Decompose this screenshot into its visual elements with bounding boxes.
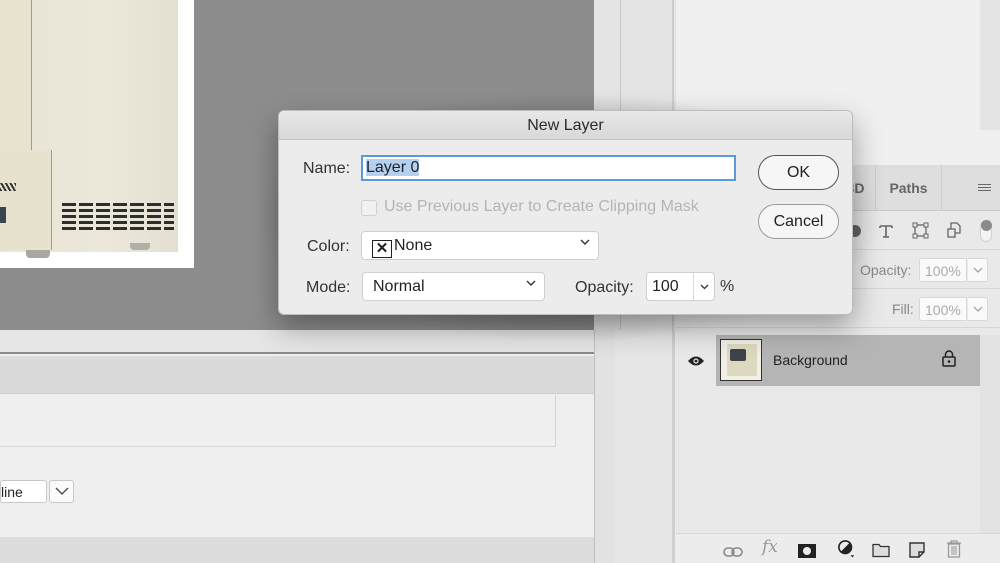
mac-foot: [130, 243, 150, 250]
lower-panel-topbar: [0, 330, 615, 354]
transform-filter-icon[interactable]: [912, 222, 929, 239]
lock-icon[interactable]: [942, 350, 956, 367]
type-filter-icon[interactable]: [878, 223, 894, 239]
mac-base: [0, 150, 52, 250]
no-color-swatch-icon: ✕: [372, 240, 392, 258]
tab-paths[interactable]: Paths: [876, 165, 942, 211]
selected-text: Layer 0: [366, 159, 420, 176]
layer-name-input[interactable]: Layer 0: [361, 155, 736, 181]
fx-icon[interactable]: fx: [762, 537, 778, 557]
mac-front-bezel: [0, 0, 32, 160]
layer-row-background[interactable]: Background: [676, 335, 980, 386]
mac-foot: [26, 250, 50, 258]
chevron-down-icon: [55, 487, 68, 495]
color-value: None: [394, 237, 433, 254]
delete-layer-icon[interactable]: [946, 540, 962, 558]
clipping-mask-label[interactable]: Use Previous Layer to Create Clipping Ma…: [384, 198, 699, 216]
cancel-button[interactable]: Cancel: [758, 204, 839, 239]
panel-gutter: [615, 330, 675, 563]
link-layers-icon[interactable]: [723, 543, 743, 561]
color-label: Color:: [307, 238, 350, 255]
thumbnail-screen: [730, 349, 746, 361]
layer-opacity-dropdown[interactable]: [968, 258, 988, 282]
layer-name[interactable]: Background: [773, 352, 848, 368]
mode-label: Mode:: [306, 279, 351, 296]
mac-vent: [62, 203, 174, 233]
smart-object-filter-icon[interactable]: [946, 222, 962, 239]
panel-splitter[interactable]: [594, 330, 615, 563]
lower-panel-select-button[interactable]: [49, 480, 74, 503]
eye-icon: [688, 356, 704, 365]
color-select[interactable]: ✕ None: [361, 231, 599, 260]
chevron-down-icon: [973, 306, 982, 312]
name-label: Name:: [303, 160, 351, 177]
photo-macintosh: [0, 0, 194, 268]
opacity-field[interactable]: 100: [646, 272, 715, 301]
opacity-value[interactable]: 100: [652, 278, 679, 296]
opacity-dropdown-button[interactable]: [693, 273, 715, 300]
mode-select[interactable]: Normal: [362, 272, 545, 301]
clipping-mask-checkbox[interactable]: [361, 200, 377, 216]
layer-visibility-toggle[interactable]: [676, 335, 716, 386]
chevron-down-icon: [700, 284, 709, 289]
chevron-down-icon: [580, 239, 590, 245]
chevron-down-icon: [526, 280, 536, 286]
ok-button[interactable]: OK: [758, 155, 839, 190]
scrollbar[interactable]: [980, 0, 1000, 130]
fill-label: Fill:: [892, 301, 914, 317]
layer-opacity-field[interactable]: 100%: [919, 258, 967, 282]
panel-menu-icon[interactable]: [978, 184, 991, 193]
lower-panel: line: [0, 330, 615, 563]
layer-fill-field[interactable]: 100%: [919, 297, 967, 321]
layers-empty-area: [676, 387, 980, 533]
mode-value: Normal: [373, 278, 425, 295]
scrollbar[interactable]: [980, 335, 1000, 533]
layers-footer: fx: [676, 533, 1000, 563]
mac-grill: [0, 183, 16, 191]
dialog-title[interactable]: New Layer: [279, 111, 852, 140]
new-group-icon[interactable]: [872, 541, 890, 559]
mac-port: [0, 207, 6, 223]
layer-fill-dropdown[interactable]: [968, 297, 988, 321]
percent-unit: %: [720, 278, 735, 295]
lower-panel-row: [0, 395, 556, 447]
new-layer-icon[interactable]: [909, 541, 925, 559]
new-layer-dialog: New Layer Name: Layer 0 Use Previous Lay…: [278, 110, 853, 315]
layer-thumbnail: [720, 339, 762, 381]
opacity-label: Opacity:: [860, 262, 912, 278]
chevron-down-icon: [973, 267, 982, 273]
filter-toggle[interactable]: [980, 220, 992, 242]
lower-panel-select[interactable]: line: [0, 480, 47, 503]
lower-panel-footer: [0, 537, 594, 563]
add-mask-icon[interactable]: [798, 542, 816, 560]
adjustment-layer-icon[interactable]: [837, 540, 857, 558]
opacity-label: Opacity:: [575, 279, 634, 296]
lower-panel-header: [0, 356, 615, 394]
